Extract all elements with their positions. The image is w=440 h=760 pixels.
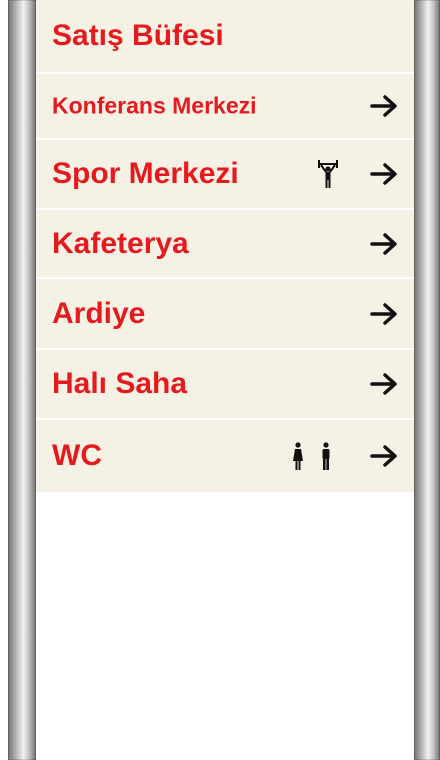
- woman-icon: [293, 442, 303, 470]
- sign-row-wc: WC: [36, 420, 414, 492]
- arrow-right-icon: [370, 445, 397, 467]
- man-icon: [322, 442, 330, 470]
- sign-row-satis-bufesi: Satış Büfesi: [36, 0, 414, 74]
- sign-row-konferans-merkezi: Konferans Merkezi: [36, 74, 414, 140]
- arrow-right-icon: [370, 232, 397, 255]
- sign-list: Satış Büfesi Konferans Merkezi Spor Merk…: [36, 0, 414, 492]
- arrow-right-icon: [370, 302, 397, 325]
- sign-post-right: [414, 0, 440, 760]
- sign-row-kafeterya: Kafeterya: [36, 210, 414, 279]
- sign-row-spor-merkezi: Spor Merkezi: [36, 140, 414, 210]
- sign-label: Kafeterya: [52, 226, 189, 260]
- sign-label: Satış Büfesi: [52, 19, 224, 52]
- sign-label: Halı Saha: [52, 367, 188, 400]
- sign-row-ardiye: Ardiye: [36, 279, 414, 350]
- sign-label: WC: [52, 439, 102, 472]
- arrow-right-icon: [370, 163, 397, 185]
- sign-board: Satış Büfesi Konferans Merkezi Spor Merk…: [36, 0, 414, 760]
- sign-row-hali-saha: Halı Saha: [36, 350, 414, 420]
- sign-label: Ardiye: [52, 296, 146, 330]
- arrow-right-icon: [370, 95, 397, 117]
- sign-label: Konferans Merkezi: [52, 92, 257, 119]
- sign-label: Spor Merkezi: [52, 157, 239, 190]
- weightlifter-icon: [318, 160, 338, 188]
- arrow-right-icon: [370, 373, 397, 395]
- sign-post-left: [8, 0, 36, 760]
